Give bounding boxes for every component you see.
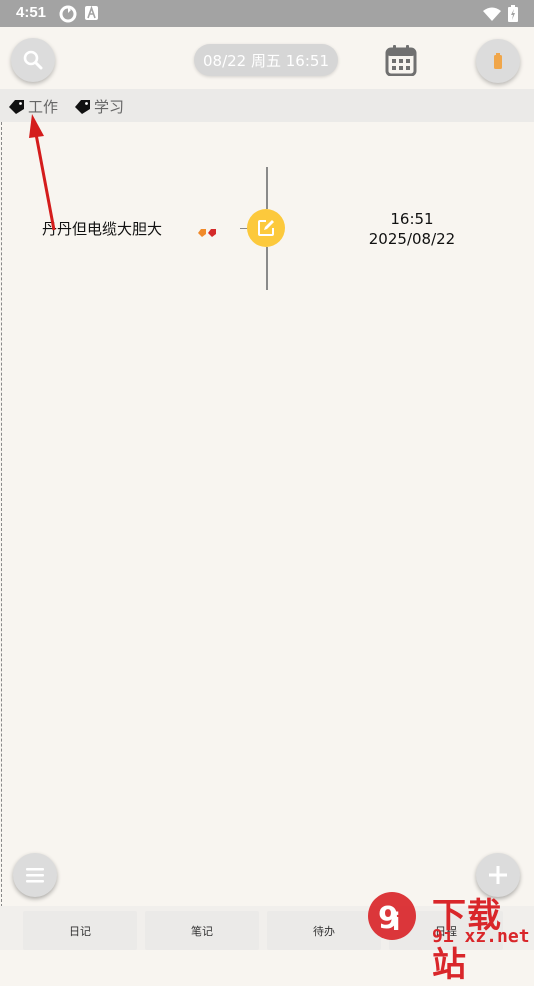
search-icon: [23, 50, 43, 70]
app-a-icon: [85, 5, 99, 25]
tab-diary[interactable]: 日记: [23, 911, 137, 950]
tag-label: 学习: [94, 98, 125, 116]
backup-button[interactable]: [476, 39, 520, 83]
entry-datetime: 16:51 2025/08/22: [362, 209, 462, 249]
timeline-line-top: [266, 167, 268, 209]
entry-date: 2025/08/22: [368, 230, 456, 248]
plus-icon: [489, 866, 507, 884]
tag-icon: [75, 99, 90, 114]
tag-icon: [9, 99, 24, 114]
calendar-icon: [385, 45, 417, 77]
watermark-logo: 9 i 下载站 9i xz.net: [362, 888, 534, 985]
search-button[interactable]: [11, 38, 55, 82]
wifi-icon: [483, 6, 501, 25]
menu-icon: [26, 868, 44, 883]
left-dashed-line: [1, 122, 2, 912]
watermark-sub: 9i xz.net: [432, 926, 530, 947]
tab-notes[interactable]: 笔记: [145, 911, 259, 950]
status-bar: 4:51: [0, 0, 534, 27]
date-time-pill[interactable]: 08/22 周五 16:51: [194, 44, 338, 76]
annotation-arrow: [29, 114, 56, 231]
svg-text:i: i: [392, 908, 400, 936]
edit-icon: [258, 220, 274, 236]
timeline-line-bottom: [266, 247, 268, 290]
calendar-button[interactable]: [385, 44, 417, 77]
sync-icon: [59, 5, 77, 27]
edit-entry-button[interactable]: [247, 209, 285, 247]
tag-study[interactable]: 学习: [75, 96, 124, 117]
top-bar: 08/22 周五 16:51: [0, 27, 534, 89]
menu-button[interactable]: [13, 853, 57, 897]
entry-time: 16:51: [390, 210, 434, 228]
tag-bar: 工作 学习: [0, 89, 534, 122]
status-time: 4:51: [16, 4, 47, 21]
battery-level-icon: [494, 53, 502, 69]
entry-tag-markers: [198, 223, 218, 242]
battery-icon: [508, 5, 518, 26]
